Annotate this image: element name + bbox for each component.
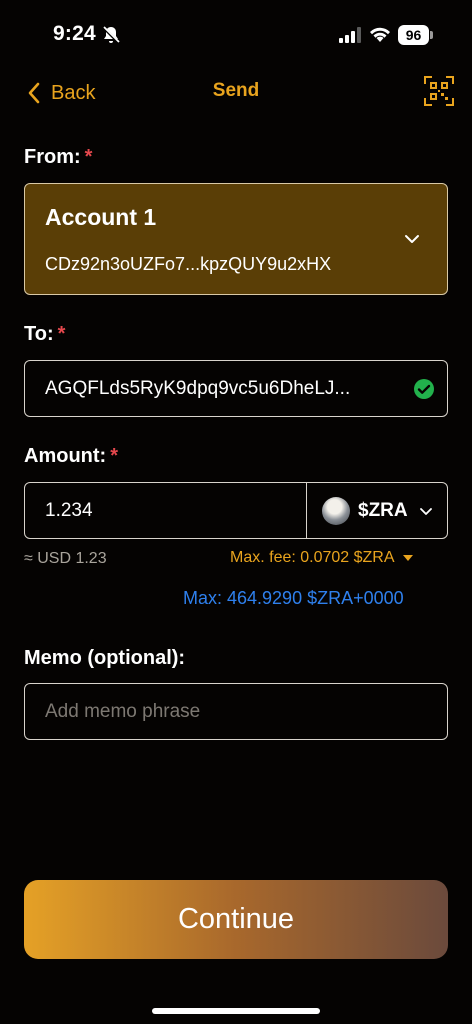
memo-input[interactable]: [24, 683, 448, 740]
battery-level: 96: [398, 25, 429, 45]
home-indicator: [152, 1008, 320, 1014]
required-mark: *: [57, 323, 66, 345]
bell-slash-icon: [101, 25, 121, 45]
amount-field[interactable]: 1.234 $ZRA: [24, 482, 448, 539]
required-mark: *: [84, 146, 93, 168]
from-label: From: *: [24, 146, 93, 168]
signal-icon: [339, 27, 361, 43]
continue-button[interactable]: Continue: [24, 880, 448, 959]
to-address-value: AGQFLds5RyK9dpq9vc5u6DheLJ...: [45, 378, 351, 399]
max-amount-link[interactable]: Max: 464.9290 $ZRA+0000: [183, 588, 404, 609]
token-logo-icon: [322, 497, 350, 525]
to-address-field[interactable]: AGQFLds5RyK9dpq9vc5u6DheLJ...: [24, 360, 448, 417]
amount-label: Amount: *: [24, 445, 118, 467]
check-circle-icon: [414, 379, 434, 399]
amount-value: 1.234: [45, 500, 93, 521]
required-mark: *: [110, 445, 118, 467]
chevron-down-icon: [420, 508, 432, 515]
battery-icon: 96: [398, 25, 433, 45]
memo-label: Memo (optional):: [24, 647, 186, 669]
wifi-icon: [370, 27, 390, 42]
page-title: Send: [212, 80, 260, 101]
token-name: $ZRA: [358, 500, 408, 521]
chevron-down-icon: [402, 555, 413, 561]
max-fee-label: Max. fee: 0.0702 $ZRA: [230, 549, 395, 566]
status-time: 9:24: [53, 22, 96, 45]
usd-value: ≈ USD 1.23: [24, 550, 107, 567]
qr-scan-icon[interactable]: [424, 76, 454, 106]
chevron-down-icon: [405, 235, 419, 243]
account-name: Account 1: [45, 204, 157, 230]
max-fee-toggle[interactable]: Max. fee: 0.0702 $ZRA: [230, 549, 415, 567]
account-address: CDz92n3oUZFo7...kpzQUY9u2xHX: [45, 254, 332, 274]
from-account-select[interactable]: Account 1 CDz92n3oUZFo7...kpzQUY9u2xHX: [24, 183, 448, 295]
status-bar: 9:24 96: [0, 0, 472, 70]
token-select[interactable]: $ZRA: [307, 483, 447, 538]
to-label: To: *: [24, 323, 66, 345]
